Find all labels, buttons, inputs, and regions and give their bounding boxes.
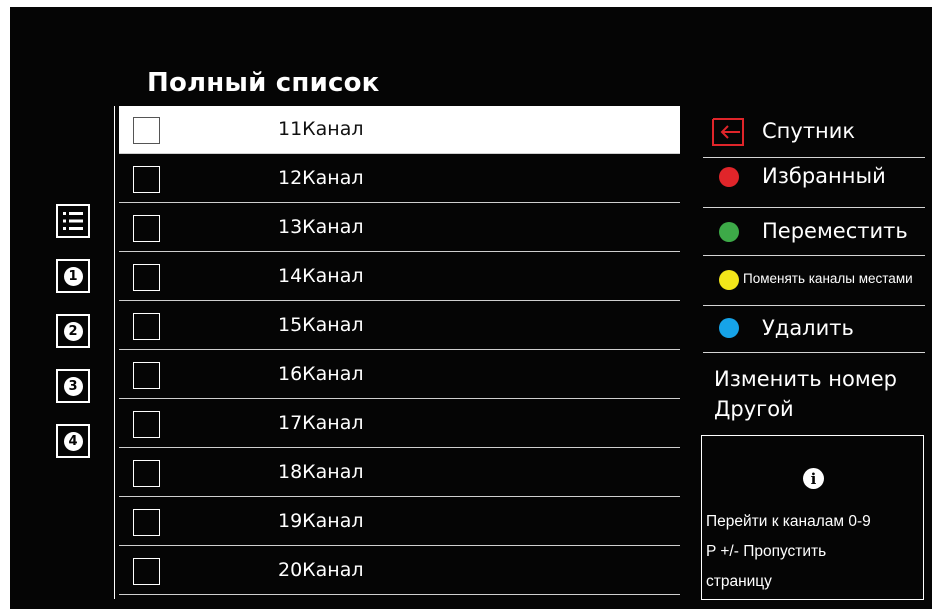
channel-checkbox[interactable] <box>133 215 160 242</box>
channel-row-12[interactable]: 12Канал <box>119 155 680 203</box>
channel-name: 14Канал <box>278 265 364 287</box>
list-icon[interactable] <box>56 204 90 238</box>
channel-name: 13Канал <box>278 216 364 238</box>
menu-divider <box>703 352 925 353</box>
menu-divider <box>703 157 925 158</box>
list-icon-glyph <box>63 212 83 230</box>
channel-checkbox[interactable] <box>133 313 160 340</box>
channel-checkbox[interactable] <box>133 362 160 389</box>
blue-button-icon <box>719 318 739 338</box>
number-2-icon[interactable]: 2 <box>56 314 90 348</box>
number-2-label: 2 <box>63 321 83 341</box>
channel-name: 18Канал <box>278 461 364 483</box>
info-line-1: Перейти к каналам 0-9 <box>706 513 871 530</box>
input-source-icon <box>712 118 744 146</box>
source-option[interactable]: Спутник <box>762 119 855 143</box>
number-4-label: 4 <box>63 431 83 451</box>
channel-checkbox[interactable] <box>133 117 160 144</box>
info-panel: i Перейти к каналам 0-9 P +/- Пропустить… <box>701 435 924 600</box>
channel-name: 11Канал <box>278 118 364 140</box>
channel-row-20[interactable]: 20Канал <box>119 547 680 595</box>
channel-checkbox[interactable] <box>133 264 160 291</box>
menu-divider <box>703 305 925 306</box>
channel-name: 20Канал <box>278 559 364 581</box>
channel-row-13[interactable]: 13Канал <box>119 204 680 252</box>
info-line-3: страницу <box>706 573 772 590</box>
number-4-icon[interactable]: 4 <box>56 424 90 458</box>
channel-name: 15Канал <box>278 314 364 336</box>
move-option[interactable]: Переместить <box>762 219 908 243</box>
list-left-border <box>114 106 115 599</box>
channel-checkbox[interactable] <box>133 509 160 536</box>
green-button-icon <box>719 222 739 242</box>
channel-name: 16Канал <box>278 363 364 385</box>
favorites-option[interactable]: Избранный <box>762 164 886 188</box>
yellow-button-icon <box>719 270 739 290</box>
menu-divider <box>703 255 925 256</box>
number-1-label: 1 <box>63 266 83 286</box>
number-1-icon[interactable]: 1 <box>56 259 90 293</box>
channel-row-11[interactable]: 11Канал <box>119 106 680 154</box>
red-button-icon <box>719 167 739 187</box>
channel-checkbox[interactable] <box>133 166 160 193</box>
swap-option[interactable]: Поменять каналы местами <box>743 271 913 286</box>
channel-checkbox[interactable] <box>133 411 160 438</box>
number-3-icon[interactable]: 3 <box>56 369 90 403</box>
channel-row-16[interactable]: 16Канал <box>119 351 680 399</box>
channel-checkbox[interactable] <box>133 558 160 585</box>
menu-divider <box>703 207 925 208</box>
channel-row-15[interactable]: 15Канал <box>119 302 680 350</box>
delete-option[interactable]: Удалить <box>762 316 854 340</box>
other-option[interactable]: Другой <box>714 397 794 421</box>
channel-row-14[interactable]: 14Канал <box>119 253 680 301</box>
tv-screen: Полный список 1 2 3 4 11Канал 12Канал 13… <box>10 7 932 609</box>
channel-name: 19Канал <box>278 510 364 532</box>
channel-checkbox[interactable] <box>133 460 160 487</box>
info-icon: i <box>803 468 824 489</box>
edit-number-option[interactable]: Изменить номер <box>714 367 897 391</box>
number-3-label: 3 <box>63 376 83 396</box>
channel-row-17[interactable]: 17Канал <box>119 400 680 448</box>
info-line-2: P +/- Пропустить <box>706 543 827 560</box>
channel-row-19[interactable]: 19Канал <box>119 498 680 546</box>
channel-row-18[interactable]: 18Канал <box>119 449 680 497</box>
channel-name: 17Канал <box>278 412 364 434</box>
page-title: Полный список <box>147 68 380 98</box>
channel-name: 12Канал <box>278 167 364 189</box>
